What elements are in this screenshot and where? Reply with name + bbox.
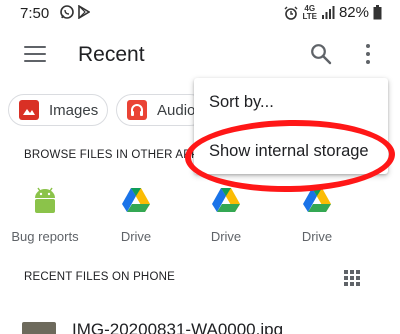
alarm-icon xyxy=(284,6,298,20)
shortcut-label: Bug reports xyxy=(11,229,79,244)
grid-view-icon[interactable] xyxy=(344,270,360,286)
file-name: IMG-20200831-WA0000.jpg xyxy=(72,320,284,334)
battery-icon xyxy=(373,5,382,20)
shortcut-bug-reports[interactable]: Bug reports xyxy=(5,186,85,244)
menu-item-show-internal-storage[interactable]: Show internal storage xyxy=(209,142,369,161)
overflow-menu: Sort by... Show internal storage xyxy=(194,78,388,174)
shortcut-label: Drive xyxy=(301,229,333,244)
shortcut-drive[interactable]: Drive xyxy=(277,186,357,244)
audio-chip[interactable]: Audio xyxy=(116,94,206,126)
google-drive-icon xyxy=(212,188,240,212)
system-status: 4G LTE 82% xyxy=(284,4,382,21)
images-chip-label: Images xyxy=(49,101,99,119)
shortcut-drive[interactable]: Drive xyxy=(186,186,266,244)
shortcut-label: Drive xyxy=(120,229,152,244)
hamburger-menu-icon[interactable] xyxy=(24,46,46,64)
status-time: 7:50 xyxy=(20,5,50,22)
signal-icon xyxy=(321,5,335,19)
shortcut-label: Drive xyxy=(210,229,242,244)
network-type: 4G LTE xyxy=(302,3,317,21)
google-drive-icon xyxy=(303,188,331,212)
notification-icons xyxy=(60,5,90,19)
browse-section-header: BROWSE FILES IN OTHER APPS xyxy=(24,149,207,161)
headphones-icon xyxy=(127,100,147,120)
search-icon[interactable] xyxy=(310,43,332,65)
file-thumbnail xyxy=(22,322,56,334)
status-bar: 7:50 4G LTE 82% xyxy=(0,0,400,26)
audio-chip-label: Audio xyxy=(157,101,196,119)
battery-percent: 82% xyxy=(338,4,369,21)
page-title: Recent xyxy=(78,43,145,66)
android-icon xyxy=(35,187,55,213)
whatsapp-icon xyxy=(60,5,74,19)
image-icon xyxy=(19,100,39,120)
play-store-icon xyxy=(78,5,90,19)
app-bar: Recent xyxy=(0,26,400,84)
images-chip[interactable]: Images xyxy=(8,94,108,126)
recent-section-header: RECENT FILES ON PHONE xyxy=(24,271,175,283)
more-options-icon[interactable] xyxy=(364,44,372,64)
google-drive-icon xyxy=(122,188,150,212)
menu-item-sort-by[interactable]: Sort by... xyxy=(209,93,274,112)
shortcut-drive[interactable]: Drive xyxy=(96,186,176,244)
